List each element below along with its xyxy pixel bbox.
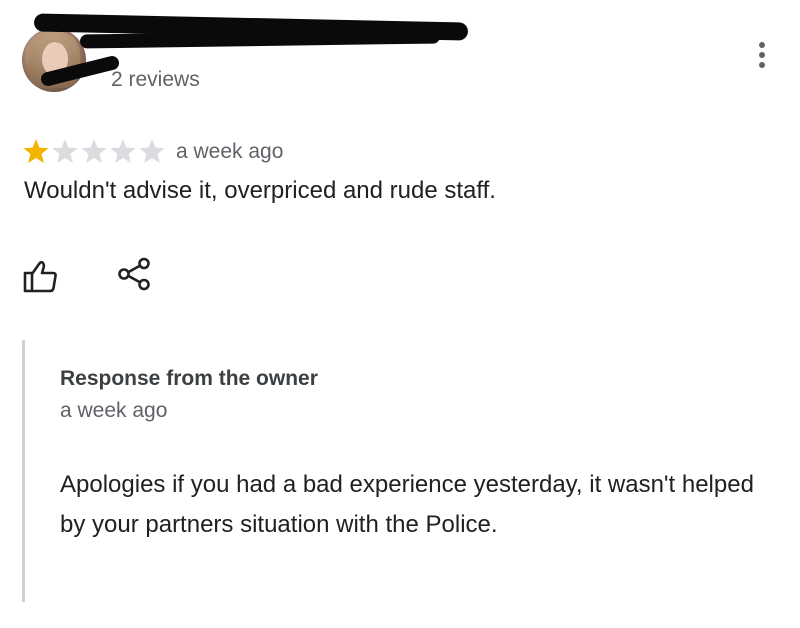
star-rating — [22, 137, 166, 167]
review-text: Wouldn't advise it, overpriced and rude … — [24, 177, 496, 204]
review-time: a week ago — [176, 140, 284, 163]
owner-response-border — [22, 340, 25, 602]
star-empty-icon — [110, 139, 136, 163]
share-icon[interactable] — [116, 256, 152, 292]
more-dot — [759, 42, 765, 48]
star-filled-icon — [23, 139, 49, 163]
reviewer-review-count[interactable]: 2 reviews — [111, 68, 200, 92]
thumbs-up-icon[interactable] — [22, 258, 58, 294]
more-dot — [759, 62, 765, 68]
share-icon-svg — [118, 257, 150, 291]
owner-response-text: Apologies if you had a bad experience ye… — [60, 471, 754, 538]
review-card: essica 2 reviews a week ago Wouldn't adv… — [0, 0, 800, 628]
more-vertical-icon[interactable] — [756, 40, 768, 74]
owner-response-time: a week ago — [60, 399, 168, 422]
more-dot — [759, 52, 765, 58]
owner-response: Response from the owner a week ago Apolo… — [22, 340, 782, 602]
thumbs-up-icon-svg — [23, 260, 57, 293]
owner-response-title: Response from the owner — [60, 367, 318, 390]
star-empty-icon — [52, 139, 78, 163]
star-empty-icon — [139, 139, 165, 163]
star-empty-icon — [81, 139, 107, 163]
